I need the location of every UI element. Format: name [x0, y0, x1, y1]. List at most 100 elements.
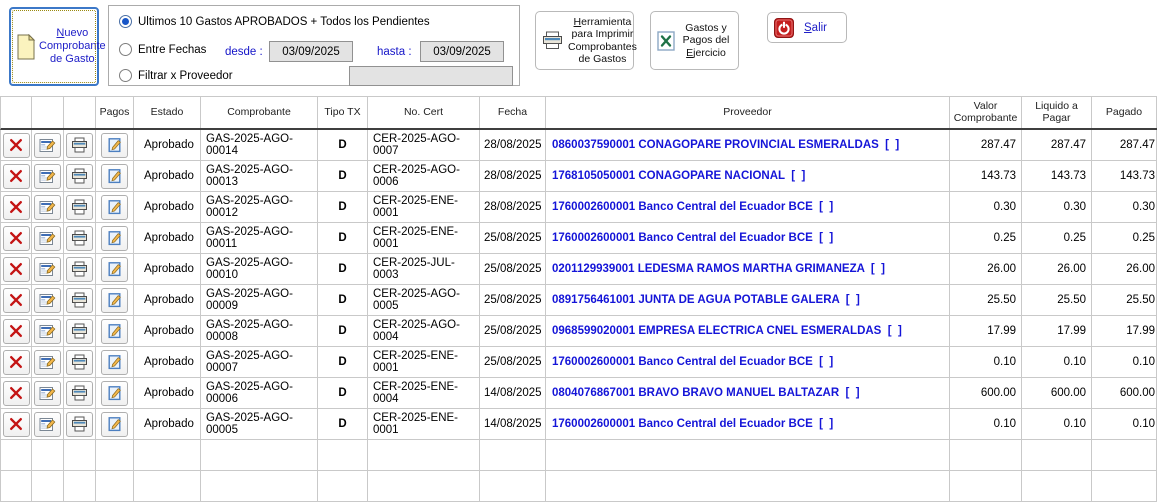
delete-button[interactable]	[3, 350, 30, 375]
pagado-cell: 25.50	[1092, 285, 1157, 315]
pagos-button[interactable]	[101, 350, 128, 375]
nuevo-comprobante-button[interactable]: Nuevo Comprobante de Gasto	[9, 7, 99, 86]
fecha-cell: 28/08/2025	[480, 192, 546, 222]
estado-cell: Aprobado	[134, 254, 201, 284]
delete-button[interactable]	[3, 381, 30, 406]
pagos-button[interactable]	[101, 412, 128, 437]
valor-comprobante-cell: 0.10	[950, 347, 1022, 377]
print-button[interactable]	[66, 226, 93, 251]
properties-button[interactable]	[34, 319, 61, 344]
pagos-cell	[96, 347, 134, 377]
print-button[interactable]	[66, 133, 93, 158]
comprobante-cell: GAS-2025-AGO-00013	[201, 161, 318, 191]
properties-button[interactable]	[34, 195, 61, 220]
no-cert-cell: CER-2025-JUL-0003	[368, 254, 480, 284]
print-button[interactable]	[66, 319, 93, 344]
print-button[interactable]	[66, 257, 93, 282]
edit-note-icon	[107, 230, 123, 246]
tipo-tx-cell: D	[318, 347, 368, 377]
tipo-tx-cell: D	[318, 192, 368, 222]
filter-option-proveedor[interactable]: Filtrar x Proveedor	[119, 69, 233, 82]
print-button[interactable]	[66, 195, 93, 220]
proveedor-link[interactable]: 0860037590001 CONAGOPARE PROVINCIAL ESME…	[546, 130, 950, 160]
pagos-button[interactable]	[101, 381, 128, 406]
properties-button[interactable]	[34, 381, 61, 406]
print-button[interactable]	[66, 412, 93, 437]
delete-icon	[8, 261, 24, 277]
properties-icon	[39, 137, 56, 153]
delete-icon	[8, 137, 24, 153]
properties-button[interactable]	[34, 288, 61, 313]
properties-button[interactable]	[34, 257, 61, 282]
pagos-cell	[96, 254, 134, 284]
pagos-button[interactable]	[101, 319, 128, 344]
delete-button[interactable]	[3, 319, 30, 344]
delete-cell	[1, 285, 32, 315]
imprimir-comprobantes-button[interactable]: Herramienta para Imprimir Comprobantes d…	[535, 11, 634, 70]
proveedor-link[interactable]: 1760002600001 Banco Central del Ecuador …	[546, 347, 950, 377]
pagos-cell	[96, 409, 134, 439]
delete-cell	[1, 161, 32, 191]
hasta-label: hasta :	[377, 46, 412, 58]
filter-option-ultimos[interactable]: Ultimos 10 Gastos APROBADOS + Todos los …	[119, 15, 430, 28]
proveedor-link[interactable]: 1760002600001 Banco Central del Ecuador …	[546, 409, 950, 439]
pagado-cell: 0.25	[1092, 223, 1157, 253]
proveedor-link[interactable]: 0891756461001 JUNTA DE AGUA POTABLE GALE…	[546, 285, 950, 315]
proveedor-link[interactable]: 1760002600001 Banco Central del Ecuador …	[546, 223, 950, 253]
properties-button[interactable]	[34, 164, 61, 189]
delete-button[interactable]	[3, 412, 30, 437]
properties-button[interactable]	[34, 133, 61, 158]
pagos-button[interactable]	[101, 195, 128, 220]
print-button[interactable]	[66, 381, 93, 406]
print-button[interactable]	[66, 164, 93, 189]
fecha-cell: 25/08/2025	[480, 316, 546, 346]
properties-button[interactable]	[34, 412, 61, 437]
proveedor-link[interactable]: 0201129939001 LEDESMA RAMOS MARTHA GRIMA…	[546, 254, 950, 284]
power-icon	[774, 18, 794, 38]
table-row: Aprobado GAS-2025-AGO-00010 D CER-2025-J…	[0, 254, 1157, 285]
print-button[interactable]	[66, 350, 93, 375]
pagos-button[interactable]	[101, 164, 128, 189]
delete-button[interactable]	[3, 133, 30, 158]
print-button[interactable]	[66, 288, 93, 313]
valor-comprobante-cell: 26.00	[950, 254, 1022, 284]
filter-option-proveedor-label: Filtrar x Proveedor	[138, 70, 233, 82]
properties-icon	[39, 168, 56, 184]
pagos-button[interactable]	[101, 226, 128, 251]
delete-button[interactable]	[3, 226, 30, 251]
liquido-a-pagar-cell: 25.50	[1022, 285, 1092, 315]
filter-option-entre-fechas[interactable]: Entre Fechas	[119, 43, 206, 56]
pagos-button[interactable]	[101, 257, 128, 282]
delete-icon	[8, 168, 24, 184]
pagos-button[interactable]	[101, 133, 128, 158]
printer-icon	[71, 385, 88, 401]
table-row: Aprobado GAS-2025-AGO-00006 D CER-2025-E…	[0, 378, 1157, 409]
salir-button[interactable]: Salir	[767, 12, 847, 43]
proveedor-link[interactable]: 0804076867001 BRAVO BRAVO MANUEL BALTAZA…	[546, 378, 950, 408]
no-cert-cell: CER-2025-ENE-0001	[368, 347, 480, 377]
proveedor-link[interactable]: 1760002600001 Banco Central del Ecuador …	[546, 192, 950, 222]
delete-button[interactable]	[3, 288, 30, 313]
fecha-cell: 25/08/2025	[480, 223, 546, 253]
delete-icon	[8, 416, 24, 432]
tipo-tx-cell: D	[318, 254, 368, 284]
hasta-date-input[interactable]	[420, 41, 504, 62]
delete-button[interactable]	[3, 257, 30, 282]
proveedor-filter-input[interactable]	[349, 66, 513, 86]
table-row: Aprobado GAS-2025-AGO-00008 D CER-2025-A…	[0, 316, 1157, 347]
properties-button[interactable]	[34, 226, 61, 251]
no-cert-cell: CER-2025-ENE-0001	[368, 223, 480, 253]
edit-note-icon	[107, 416, 123, 432]
print-cell	[64, 378, 96, 408]
delete-button[interactable]	[3, 195, 30, 220]
proveedor-link[interactable]: 1768105050001 CONAGOPARE NACIONAL [ ]	[546, 161, 950, 191]
delete-cell	[1, 192, 32, 222]
delete-button[interactable]	[3, 164, 30, 189]
pagos-button[interactable]	[101, 288, 128, 313]
desde-date-input[interactable]	[269, 41, 353, 62]
table-row: Aprobado GAS-2025-AGO-00012 D CER-2025-E…	[0, 192, 1157, 223]
proveedor-link[interactable]: 0968599020001 EMPRESA ELECTRICA CNEL ESM…	[546, 316, 950, 346]
properties-button[interactable]	[34, 350, 61, 375]
properties-icon	[39, 230, 56, 246]
gastos-pagos-ejercicio-button[interactable]: Gastos y Pagos del Ejercicio	[650, 11, 739, 70]
